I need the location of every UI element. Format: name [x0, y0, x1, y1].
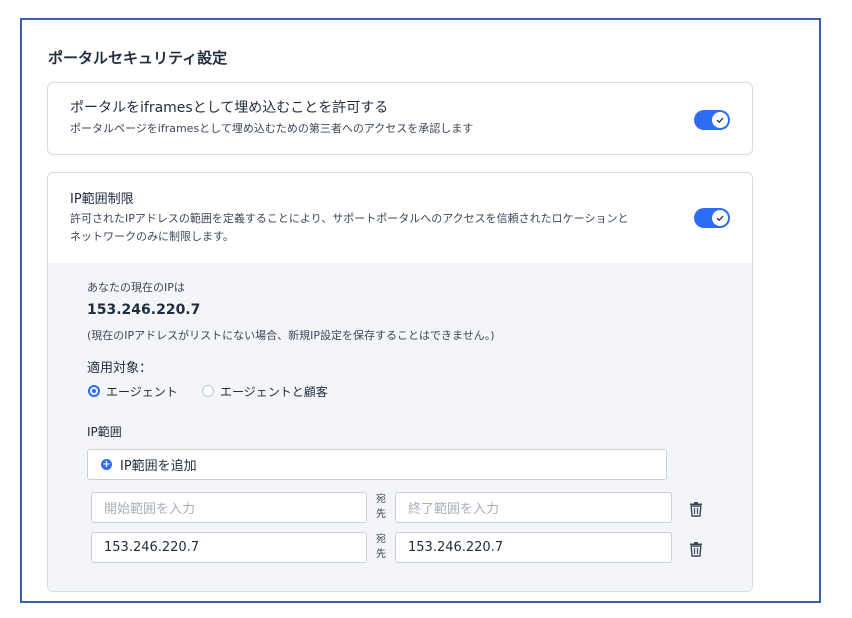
to-label-char-1: 宛 [376, 534, 386, 545]
ip-restriction-toggle[interactable] [694, 208, 730, 228]
ip-range-label: IP範囲 [87, 425, 122, 439]
add-ip-range-label: IP範囲を追加 [120, 459, 197, 474]
trash-icon[interactable] [689, 501, 703, 517]
radio-agents-and-customers-label[interactable]: エージェントと顧客 [220, 383, 328, 400]
to-label-char-2: 先 [376, 509, 386, 520]
current-ip-label: あなたの現在のIPは [87, 281, 185, 294]
settings-frame: ポータルセキュリティ設定 ポータルをiframesとして埋め込むことを許可する … [20, 18, 821, 603]
range-end-input[interactable]: 153.246.220.7 [395, 532, 672, 563]
to-label-char-2: 先 [376, 549, 386, 560]
ip-restriction-card: IP範囲制限 許可されたIPアドレスの範囲を定義することにより、サポートポータル… [47, 172, 753, 592]
current-ip-value: 153.246.220.7 [87, 302, 201, 318]
check-icon [716, 215, 724, 222]
applies-to-label: 適用対象： [87, 361, 153, 376]
iframes-card: ポータルをiframesとして埋め込むことを許可する ポータルページをifram… [47, 82, 753, 155]
ip-restriction-title: IP範囲制限 [70, 192, 134, 207]
toggle-knob [712, 210, 728, 226]
iframes-title: ポータルをiframesとして埋め込むことを許可する [70, 100, 389, 116]
add-ip-range-button[interactable]: + IP範囲を追加 [87, 449, 667, 480]
check-icon [716, 117, 724, 124]
plus-circle-icon: + [101, 459, 112, 470]
range-to-label: 宛 先 [372, 532, 390, 562]
toggle-knob [712, 112, 728, 128]
section-title: ポータルセキュリティ設定 [48, 49, 228, 67]
radio-agents-label[interactable]: エージェント [106, 383, 178, 400]
range-start-input[interactable]: 153.246.220.7 [91, 532, 367, 563]
iframes-description: ポータルページをiframesとして埋め込むための第三者へのアクセスを承認します [70, 122, 474, 135]
radio-agents[interactable] [88, 385, 100, 397]
to-label-char-1: 宛 [376, 494, 386, 505]
ip-restriction-description-2: ネットワークのみに制限します。 [70, 230, 234, 243]
current-ip-note: (現在のIPアドレスがリストにない場合、新規IP設定を保存することはできません。… [87, 329, 495, 342]
trash-icon[interactable] [689, 541, 703, 557]
range-end-input[interactable]: 終了範囲を入力 [395, 492, 672, 523]
range-to-label: 宛 先 [372, 492, 390, 522]
ip-restriction-description-1: 許可されたIPアドレスの範囲を定義することにより、サポートポータルへのアクセスを… [70, 212, 629, 225]
iframes-toggle[interactable] [694, 110, 730, 130]
radio-agents-and-customers[interactable] [202, 385, 214, 397]
ip-settings-panel: あなたの現在のIPは 153.246.220.7 (現在のIPアドレスがリストに… [48, 263, 752, 591]
range-start-input[interactable]: 開始範囲を入力 [91, 492, 367, 523]
